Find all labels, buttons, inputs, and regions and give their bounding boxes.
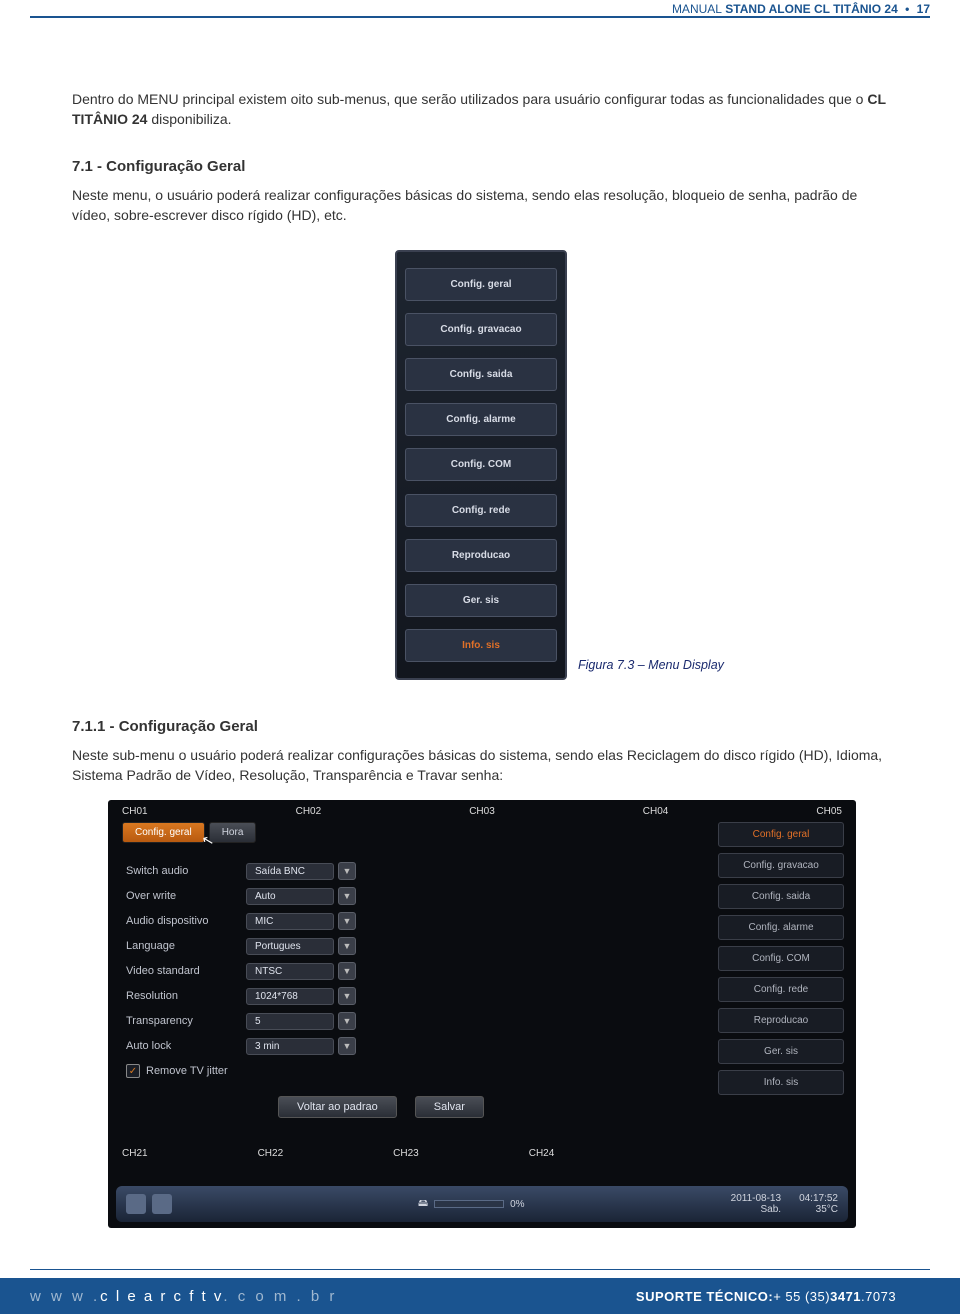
channel-label: CH24: [529, 1148, 555, 1159]
form-label: Over write: [126, 890, 246, 902]
settings-form: Switch audio Saída BNC ▼ Over write Auto…: [126, 862, 446, 1062]
form-row: Over write Auto ▼: [126, 887, 446, 905]
taskbar-grid-icon[interactable]: [152, 1194, 172, 1214]
config-screenshot: CH01 CH02 CH03 CH04 CH05 Config. geral H…: [108, 800, 856, 1228]
dropdown-icon[interactable]: ▼: [338, 987, 356, 1005]
header-rule: [30, 16, 930, 18]
menu-item[interactable]: Reproducao: [405, 539, 557, 572]
section-7-1-text: Neste menu, o usuário poderá realizar co…: [72, 186, 888, 225]
channel-label: CH23: [393, 1148, 419, 1159]
tab-row: Config. geral Hora: [122, 822, 256, 843]
side-item[interactable]: Config. saida: [718, 884, 844, 909]
form-select[interactable]: 3 min: [246, 1038, 334, 1055]
side-item[interactable]: Info. sis: [718, 1070, 844, 1095]
footer-url: w w w . c l e a r c f t v . c o m . b r: [0, 1278, 572, 1314]
disk-percent: 0%: [510, 1199, 524, 1210]
form-row: Audio dispositivo MIC ▼: [126, 912, 446, 930]
side-item[interactable]: Config. rede: [718, 977, 844, 1002]
section-7-1-1-title: 7.1.1 - Configuração Geral: [72, 718, 258, 735]
form-label: Auto lock: [126, 1040, 246, 1052]
tab-hora[interactable]: Hora: [209, 822, 257, 843]
save-button[interactable]: Salvar: [415, 1096, 484, 1118]
figure-7-3-caption: Figura 7.3 – Menu Display: [578, 658, 724, 672]
channel-label: CH01: [122, 806, 148, 817]
channel-row-bottom: CH21 CH22 CH23 CH24: [122, 1148, 842, 1159]
header-prefix: MANUAL: [672, 2, 722, 16]
form-select[interactable]: 5: [246, 1013, 334, 1030]
figure-7-3-menu: Config. geral Config. gravacao Config. s…: [395, 250, 567, 680]
channel-label: CH05: [816, 806, 842, 817]
form-select[interactable]: Portugues: [246, 938, 334, 955]
dropdown-icon[interactable]: ▼: [338, 1037, 356, 1055]
form-select[interactable]: NTSC: [246, 963, 334, 980]
section-7-1-title: 7.1 - Configuração Geral: [72, 158, 245, 175]
reset-button[interactable]: Voltar ao padrao: [278, 1096, 397, 1118]
channel-label: CH02: [296, 806, 322, 817]
side-item[interactable]: Config. geral: [718, 822, 844, 847]
form-label: Transparency: [126, 1015, 246, 1027]
form-label: Language: [126, 940, 246, 952]
channel-label: CH21: [122, 1148, 148, 1159]
form-label: Resolution: [126, 990, 246, 1002]
disk-bar: [434, 1200, 504, 1208]
menu-item[interactable]: Config. saida: [405, 358, 557, 391]
menu-item[interactable]: Ger. sis: [405, 584, 557, 617]
form-row: Resolution 1024*768 ▼: [126, 987, 446, 1005]
page-number: 17: [917, 2, 930, 16]
button-row: Voltar ao padrao Salvar: [278, 1096, 484, 1118]
form-row: Language Portugues ▼: [126, 937, 446, 955]
form-select[interactable]: Saída BNC: [246, 863, 334, 880]
taskbar-menu-icon[interactable]: [126, 1194, 146, 1214]
dropdown-icon[interactable]: ▼: [338, 1012, 356, 1030]
form-row: Transparency 5 ▼: [126, 1012, 446, 1030]
header-main: STAND ALONE CL TITÂNIO 24: [725, 2, 897, 16]
form-label: Video standard: [126, 965, 246, 977]
side-item[interactable]: Reproducao: [718, 1008, 844, 1033]
taskbar: 🖴 0% 2011-08-13 Sab. 04:17:52 35°C: [116, 1186, 848, 1222]
dropdown-icon[interactable]: ▼: [338, 887, 356, 905]
side-item[interactable]: Config. COM: [718, 946, 844, 971]
taskbar-date: 2011-08-13 Sab.: [731, 1193, 781, 1215]
section-7-1-1-text: Neste sub-menu o usuário poderá realizar…: [72, 746, 888, 785]
footer-rule: [30, 1269, 930, 1270]
menu-item[interactable]: Config. rede: [405, 494, 557, 527]
menu-item[interactable]: Config. geral: [405, 268, 557, 301]
channel-row-top: CH01 CH02 CH03 CH04 CH05: [122, 806, 842, 817]
form-row: Video standard NTSC ▼: [126, 962, 446, 980]
intro-paragraph: Dentro do MENU principal existem oito su…: [72, 90, 888, 129]
side-menu: Config. geral Config. gravacao Config. s…: [718, 822, 844, 1095]
dropdown-icon[interactable]: ▼: [338, 962, 356, 980]
menu-item[interactable]: Config. gravacao: [405, 313, 557, 346]
channel-label: CH04: [643, 806, 669, 817]
menu-item[interactable]: Config. COM: [405, 448, 557, 481]
checkbox-label: Remove TV jitter: [146, 1065, 228, 1077]
form-row: Auto lock 3 min ▼: [126, 1037, 446, 1055]
tab-config-geral[interactable]: Config. geral: [122, 822, 205, 843]
disk-icon: 🖴: [418, 1196, 428, 1213]
dropdown-icon[interactable]: ▼: [338, 912, 356, 930]
remove-jitter-checkbox[interactable]: ✓ Remove TV jitter: [126, 1064, 228, 1078]
menu-item[interactable]: Info. sis: [405, 629, 557, 662]
checkbox-icon[interactable]: ✓: [126, 1064, 140, 1078]
form-row: Switch audio Saída BNC ▼: [126, 862, 446, 880]
form-select[interactable]: 1024*768: [246, 988, 334, 1005]
dropdown-icon[interactable]: ▼: [338, 862, 356, 880]
channel-label: CH03: [469, 806, 495, 817]
menu-item[interactable]: Config. alarme: [405, 403, 557, 436]
dropdown-icon[interactable]: ▼: [338, 937, 356, 955]
taskbar-time: 04:17:52 35°C: [799, 1193, 838, 1215]
header-title: MANUAL STAND ALONE CL TITÂNIO 24 • 17: [664, 2, 930, 16]
side-item[interactable]: Config. alarme: [718, 915, 844, 940]
side-item[interactable]: Config. gravacao: [718, 853, 844, 878]
channel-label: CH22: [258, 1148, 284, 1159]
disk-usage: 🖴 0%: [418, 1196, 525, 1213]
footer: w w w . c l e a r c f t v . c o m . b r …: [0, 1278, 960, 1314]
form-select[interactable]: Auto: [246, 888, 334, 905]
form-select[interactable]: MIC: [246, 913, 334, 930]
footer-support: SUPORTE TÉCNICO: + 55 (35) 3471 .7073: [572, 1278, 960, 1314]
form-label: Audio dispositivo: [126, 915, 246, 927]
form-label: Switch audio: [126, 865, 246, 877]
bullet-icon: •: [905, 2, 909, 16]
side-item[interactable]: Ger. sis: [718, 1039, 844, 1064]
